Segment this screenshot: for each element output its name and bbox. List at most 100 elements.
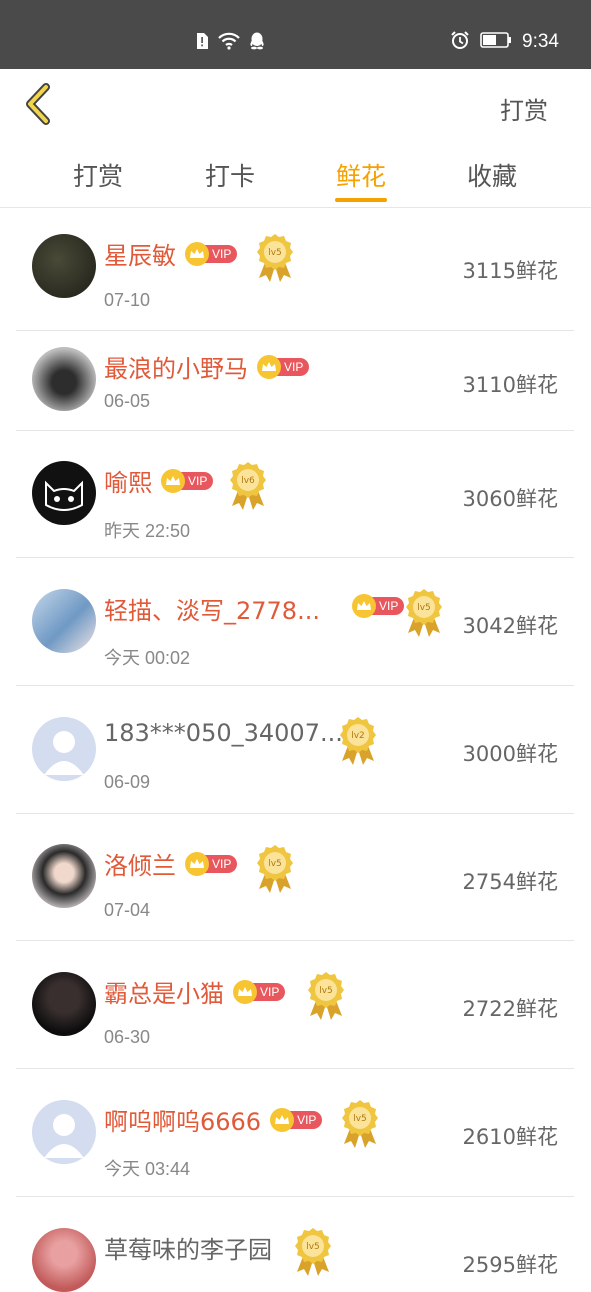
svg-text:lv5: lv5 <box>268 248 282 258</box>
name-line: 183***050_34007... <box>104 719 343 747</box>
date-label: 07-10 <box>104 290 151 310</box>
date-label: 昨天 22:50 <box>104 521 191 541</box>
avatar[interactable] <box>32 589 96 653</box>
default-avatar-icon <box>44 1114 84 1158</box>
level-medal-icon: lv6 <box>230 462 266 510</box>
date-label: 06-09 <box>104 772 151 792</box>
flower-count: 2610鲜花 <box>462 1125 558 1149</box>
svg-text:lv2: lv2 <box>351 731 365 741</box>
list-item[interactable]: 洛倾兰 VIP lv5 07-04 2754鲜花 <box>16 814 574 941</box>
list-item[interactable]: 霸总是小猫 VIP lv5 06-30 2722鲜花 <box>16 941 574 1069</box>
crown-icon <box>257 354 281 379</box>
username[interactable]: 洛倾兰 <box>104 846 176 881</box>
vip-badge: VIP <box>161 468 214 493</box>
level-medal-icon: lv5 <box>308 972 344 1020</box>
name-line: 草莓味的李子园 <box>104 1230 272 1265</box>
name-line: 洛倾兰 VIP <box>104 846 238 881</box>
list-item[interactable]: 轻描、淡写_2778... VIP lv5 今天 00:02 3042鲜花 <box>16 558 574 686</box>
svg-text:lv5: lv5 <box>319 986 333 996</box>
name-line: 霸总是小猫 VIP <box>104 974 286 1009</box>
username[interactable]: 最浪的小野马 <box>104 349 248 384</box>
qq-icon <box>249 32 265 54</box>
avatar[interactable] <box>32 461 96 525</box>
flower-count: 2754鲜花 <box>462 870 558 894</box>
flower-count: 3000鲜花 <box>462 742 558 766</box>
back-button[interactable] <box>22 83 56 125</box>
username[interactable]: 啊呜啊呜6666 <box>104 1102 261 1137</box>
date-label: 07-04 <box>104 900 151 920</box>
avatar[interactable] <box>32 1228 96 1292</box>
vip-badge: VIP <box>185 851 238 876</box>
date-label: 06-05 <box>104 391 151 411</box>
username[interactable]: 霸总是小猫 <box>104 974 224 1009</box>
battery-icon <box>480 32 512 52</box>
level-medal-icon: lv5 <box>257 845 293 893</box>
name-line: 喻熙 VIP <box>104 463 214 498</box>
vip-badge: VIP <box>270 1107 323 1132</box>
svg-text:lv5: lv5 <box>353 1114 367 1124</box>
flower-count: 3110鲜花 <box>462 373 558 397</box>
tab-flowers[interactable]: 鲜花 <box>321 157 401 193</box>
wifi-icon <box>218 32 240 54</box>
tab-reward[interactable]: 打赏 <box>58 157 138 193</box>
date-label: 06-30 <box>104 1027 151 1047</box>
username[interactable]: 轻描、淡写_2778... <box>104 591 320 626</box>
list-item[interactable]: 最浪的小野马 VIP 06-05 3110鲜花 <box>16 331 574 431</box>
avatar[interactable] <box>32 972 96 1036</box>
list-item[interactable]: 183***050_34007... lv2 06-09 3000鲜花 <box>16 686 574 814</box>
flower-count: 2595鲜花 <box>462 1253 558 1277</box>
alarm-icon <box>450 30 470 54</box>
list-item[interactable]: 星辰敏 VIP lv5 07-10 3115鲜花 <box>16 208 574 331</box>
list-item[interactable]: 草莓味的李子园 lv5 2595鲜花 <box>16 1197 574 1292</box>
name-line: 最浪的小野马 VIP <box>104 349 310 384</box>
name-line: 轻描、淡写_2778... <box>104 591 320 626</box>
vip-badge: VIP <box>185 241 238 266</box>
list-item[interactable]: 啊呜啊呜6666 VIP lv5 今天 03:44 2610鲜花 <box>16 1069 574 1197</box>
username[interactable]: 草莓味的李子园 <box>104 1230 272 1265</box>
crown-icon <box>352 594 376 618</box>
avatar[interactable] <box>32 347 96 411</box>
default-avatar-icon <box>44 731 84 775</box>
flower-count: 3115鲜花 <box>462 259 558 283</box>
username[interactable]: 星辰敏 <box>104 236 176 271</box>
status-right: 9:34 <box>450 30 559 54</box>
avatar[interactable] <box>32 234 96 298</box>
svg-text:lv5: lv5 <box>306 1242 320 1252</box>
crown-icon <box>185 851 209 876</box>
level-medal-icon: lv5 <box>295 1228 331 1276</box>
tab-checkin[interactable]: 打卡 <box>190 157 270 193</box>
username[interactable]: 喻熙 <box>104 463 152 498</box>
tab-bar: 打赏 打卡 鲜花 收藏 <box>0 139 591 208</box>
svg-text:lv5: lv5 <box>268 859 282 869</box>
reward-button[interactable]: 打赏 <box>500 91 548 126</box>
tab-favorites[interactable]: 收藏 <box>452 157 532 193</box>
status-time: 9:34 <box>522 31 559 52</box>
level-medal-icon: lv5 <box>342 1100 378 1148</box>
level-medal-icon: lv2 <box>340 717 376 765</box>
date-label: 今天 00:02 <box>104 648 191 668</box>
avatar[interactable] <box>32 844 96 908</box>
flower-count: 3060鲜花 <box>462 487 558 511</box>
crown-icon <box>233 979 257 1004</box>
level-medal-icon: lv5 <box>257 234 293 282</box>
back-arrow-icon <box>26 83 50 125</box>
name-line: 啊呜啊呜6666 VIP <box>104 1102 323 1137</box>
date-label: 今天 03:44 <box>104 1159 191 1179</box>
sim-alert-icon <box>195 32 209 54</box>
avatar[interactable] <box>32 717 96 781</box>
svg-text:lv5: lv5 <box>417 603 431 613</box>
flower-count: 2722鲜花 <box>462 997 558 1021</box>
crown-icon <box>161 468 185 493</box>
flower-count: 3042鲜花 <box>462 614 558 638</box>
vip-badge: VIP <box>257 354 310 379</box>
name-line: 星辰敏 VIP <box>104 236 238 271</box>
svg-text:lv6: lv6 <box>241 476 255 486</box>
username[interactable]: 183***050_34007... <box>104 719 343 747</box>
avatar[interactable] <box>32 1100 96 1164</box>
crown-icon <box>270 1107 295 1132</box>
list-item[interactable]: 喻熙 VIP lv6 昨天 22:50 3060鲜花 <box>16 431 574 558</box>
status-bar: 9:34 <box>0 0 591 69</box>
vip-badge: VIP <box>352 594 405 618</box>
cat-avatar-icon <box>45 480 83 511</box>
vip-badge: VIP <box>233 979 286 1004</box>
